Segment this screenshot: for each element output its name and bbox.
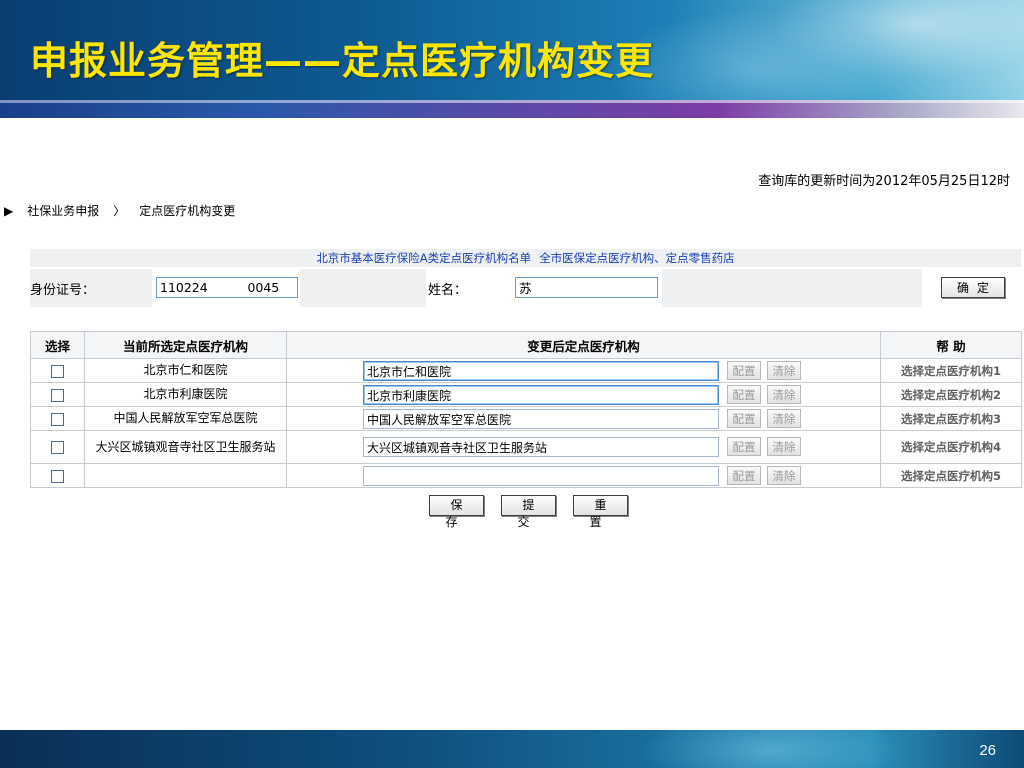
table-row: 北京市仁和医院 配置 清除 选择定点医疗机构1 — [30, 358, 1022, 383]
header-select: 选择 — [30, 331, 85, 359]
table-row: 配置 清除 选择定点医疗机构5 — [30, 463, 1022, 488]
new-institution-cell: 配置 清除 — [286, 382, 881, 407]
save-button[interactable]: 保存 — [429, 495, 484, 529]
select-institution-link[interactable]: 选择定点医疗机构4 — [901, 440, 1001, 454]
config-button[interactable]: 配置 — [727, 437, 761, 456]
new-institution-input[interactable] — [363, 437, 719, 457]
help-cell: 选择定点医疗机构2 — [880, 382, 1022, 407]
select-cell — [30, 430, 85, 464]
help-cell: 选择定点医疗机构1 — [880, 358, 1022, 383]
new-institution-input[interactable] — [363, 385, 719, 405]
select-cell — [30, 406, 85, 431]
table-body: 北京市仁和医院 配置 清除 选择定点医疗机构1 北京市利康医院 配置 清除 选择… — [30, 358, 1022, 488]
row-checkbox[interactable] — [51, 388, 64, 402]
footer-glow-decoration — [640, 730, 900, 768]
new-institution-input[interactable] — [363, 409, 719, 429]
current-institution: 大兴区城镇观音寺社区卫生服务站 — [84, 430, 287, 464]
new-institution-cell: 配置 清除 — [286, 463, 881, 488]
clear-button[interactable]: 清除 — [767, 385, 801, 404]
header-changed-institution: 变更后定点医疗机构 — [286, 331, 881, 359]
help-cell: 选择定点医疗机构5 — [880, 463, 1022, 488]
clear-button[interactable]: 清除 — [767, 437, 801, 456]
name-spacer-cell — [662, 269, 922, 307]
action-bar: 保存 提交 重置 — [429, 495, 628, 529]
new-institution-cell: 配置 清除 — [286, 406, 881, 431]
current-institution — [84, 463, 287, 488]
slide-header: 申报业务管理——定点医疗机构变更 — [0, 0, 1024, 118]
link-all-institutions[interactable]: 全市医保定点医疗机构、定点零售药店 — [539, 251, 735, 265]
table-row: 北京市利康医院 配置 清除 选择定点医疗机构2 — [30, 382, 1022, 407]
slide-title: 申报业务管理——定点医疗机构变更 — [30, 39, 655, 83]
identity-form-row: 身份证号： 姓名： 确定 — [30, 269, 1021, 307]
config-button[interactable]: 配置 — [727, 361, 761, 380]
select-cell — [30, 358, 85, 383]
confirm-button[interactable]: 确定 — [941, 277, 1005, 298]
config-button[interactable]: 配置 — [727, 466, 761, 485]
select-institution-link[interactable]: 选择定点医疗机构2 — [901, 388, 1001, 402]
breadcrumb: ▶ 社保业务申报 〉 定点医疗机构变更 — [4, 202, 235, 219]
config-button[interactable]: 配置 — [727, 409, 761, 428]
db-update-time: 查询库的更新时间为2012年05月25日12时 — [758, 174, 1010, 189]
config-button[interactable]: 配置 — [727, 385, 761, 404]
row-checkbox[interactable] — [51, 412, 64, 426]
clear-button[interactable]: 清除 — [767, 409, 801, 428]
new-institution-input[interactable] — [363, 361, 719, 381]
id-number-label: 身份证号： — [30, 283, 96, 298]
row-checkbox[interactable] — [51, 441, 64, 454]
row-checkbox[interactable] — [51, 469, 64, 483]
select-institution-link[interactable]: 选择定点医疗机构3 — [901, 412, 1001, 426]
new-institution-input[interactable] — [363, 466, 719, 486]
new-institution-cell: 配置 清除 — [286, 430, 881, 464]
header-help: 帮 助 — [880, 331, 1022, 359]
new-institution-cell: 配置 清除 — [286, 358, 881, 383]
header-stripe — [0, 100, 1024, 118]
id-spacer-cell — [300, 269, 426, 307]
breadcrumb-current: 定点医疗机构变更 — [139, 204, 236, 218]
header-stripe-highlight — [0, 100, 1024, 103]
page-number: 26 — [979, 742, 996, 759]
select-cell — [30, 382, 85, 407]
breadcrumb-separator: 〉 — [113, 204, 126, 218]
breadcrumb-arrow-icon: ▶ — [4, 203, 14, 218]
current-institution: 北京市利康医院 — [84, 382, 287, 407]
table-row: 中国人民解放军空军总医院 配置 清除 选择定点医疗机构3 — [30, 406, 1022, 431]
submit-button[interactable]: 提交 — [501, 495, 556, 529]
breadcrumb-section[interactable]: 社保业务申报 — [27, 202, 99, 219]
clear-button[interactable]: 清除 — [767, 361, 801, 380]
help-cell: 选择定点医疗机构4 — [880, 430, 1022, 464]
name-input[interactable] — [515, 277, 658, 298]
table-row: 大兴区城镇观音寺社区卫生服务站 配置 清除 选择定点医疗机构4 — [30, 430, 1022, 464]
institution-change-table: 选择 当前所选定点医疗机构 变更后定点医疗机构 帮 助 北京市仁和医院 配置 清… — [30, 331, 1022, 488]
slide-footer: 26 — [0, 730, 1024, 768]
link-class-a-list[interactable]: 北京市基本医疗保险A类定点医疗机构名单 — [316, 251, 531, 265]
table-header-row: 选择 当前所选定点医疗机构 变更后定点医疗机构 帮 助 — [30, 331, 1022, 359]
select-institution-link[interactable]: 选择定点医疗机构5 — [901, 469, 1001, 483]
select-institution-link[interactable]: 选择定点医疗机构1 — [901, 364, 1001, 378]
id-number-input[interactable] — [156, 277, 298, 298]
help-cell: 选择定点医疗机构3 — [880, 406, 1022, 431]
header-current-institution: 当前所选定点医疗机构 — [84, 331, 287, 359]
name-label: 姓名： — [428, 283, 468, 298]
current-institution: 中国人民解放军空军总医院 — [84, 406, 287, 431]
current-institution: 北京市仁和医院 — [84, 358, 287, 383]
select-cell — [30, 463, 85, 488]
clear-button[interactable]: 清除 — [767, 466, 801, 485]
reset-button[interactable]: 重置 — [573, 495, 628, 529]
institution-links-bar: 北京市基本医疗保险A类定点医疗机构名单 全市医保定点医疗机构、定点零售药店 — [30, 249, 1021, 267]
row-checkbox[interactable] — [51, 364, 64, 378]
